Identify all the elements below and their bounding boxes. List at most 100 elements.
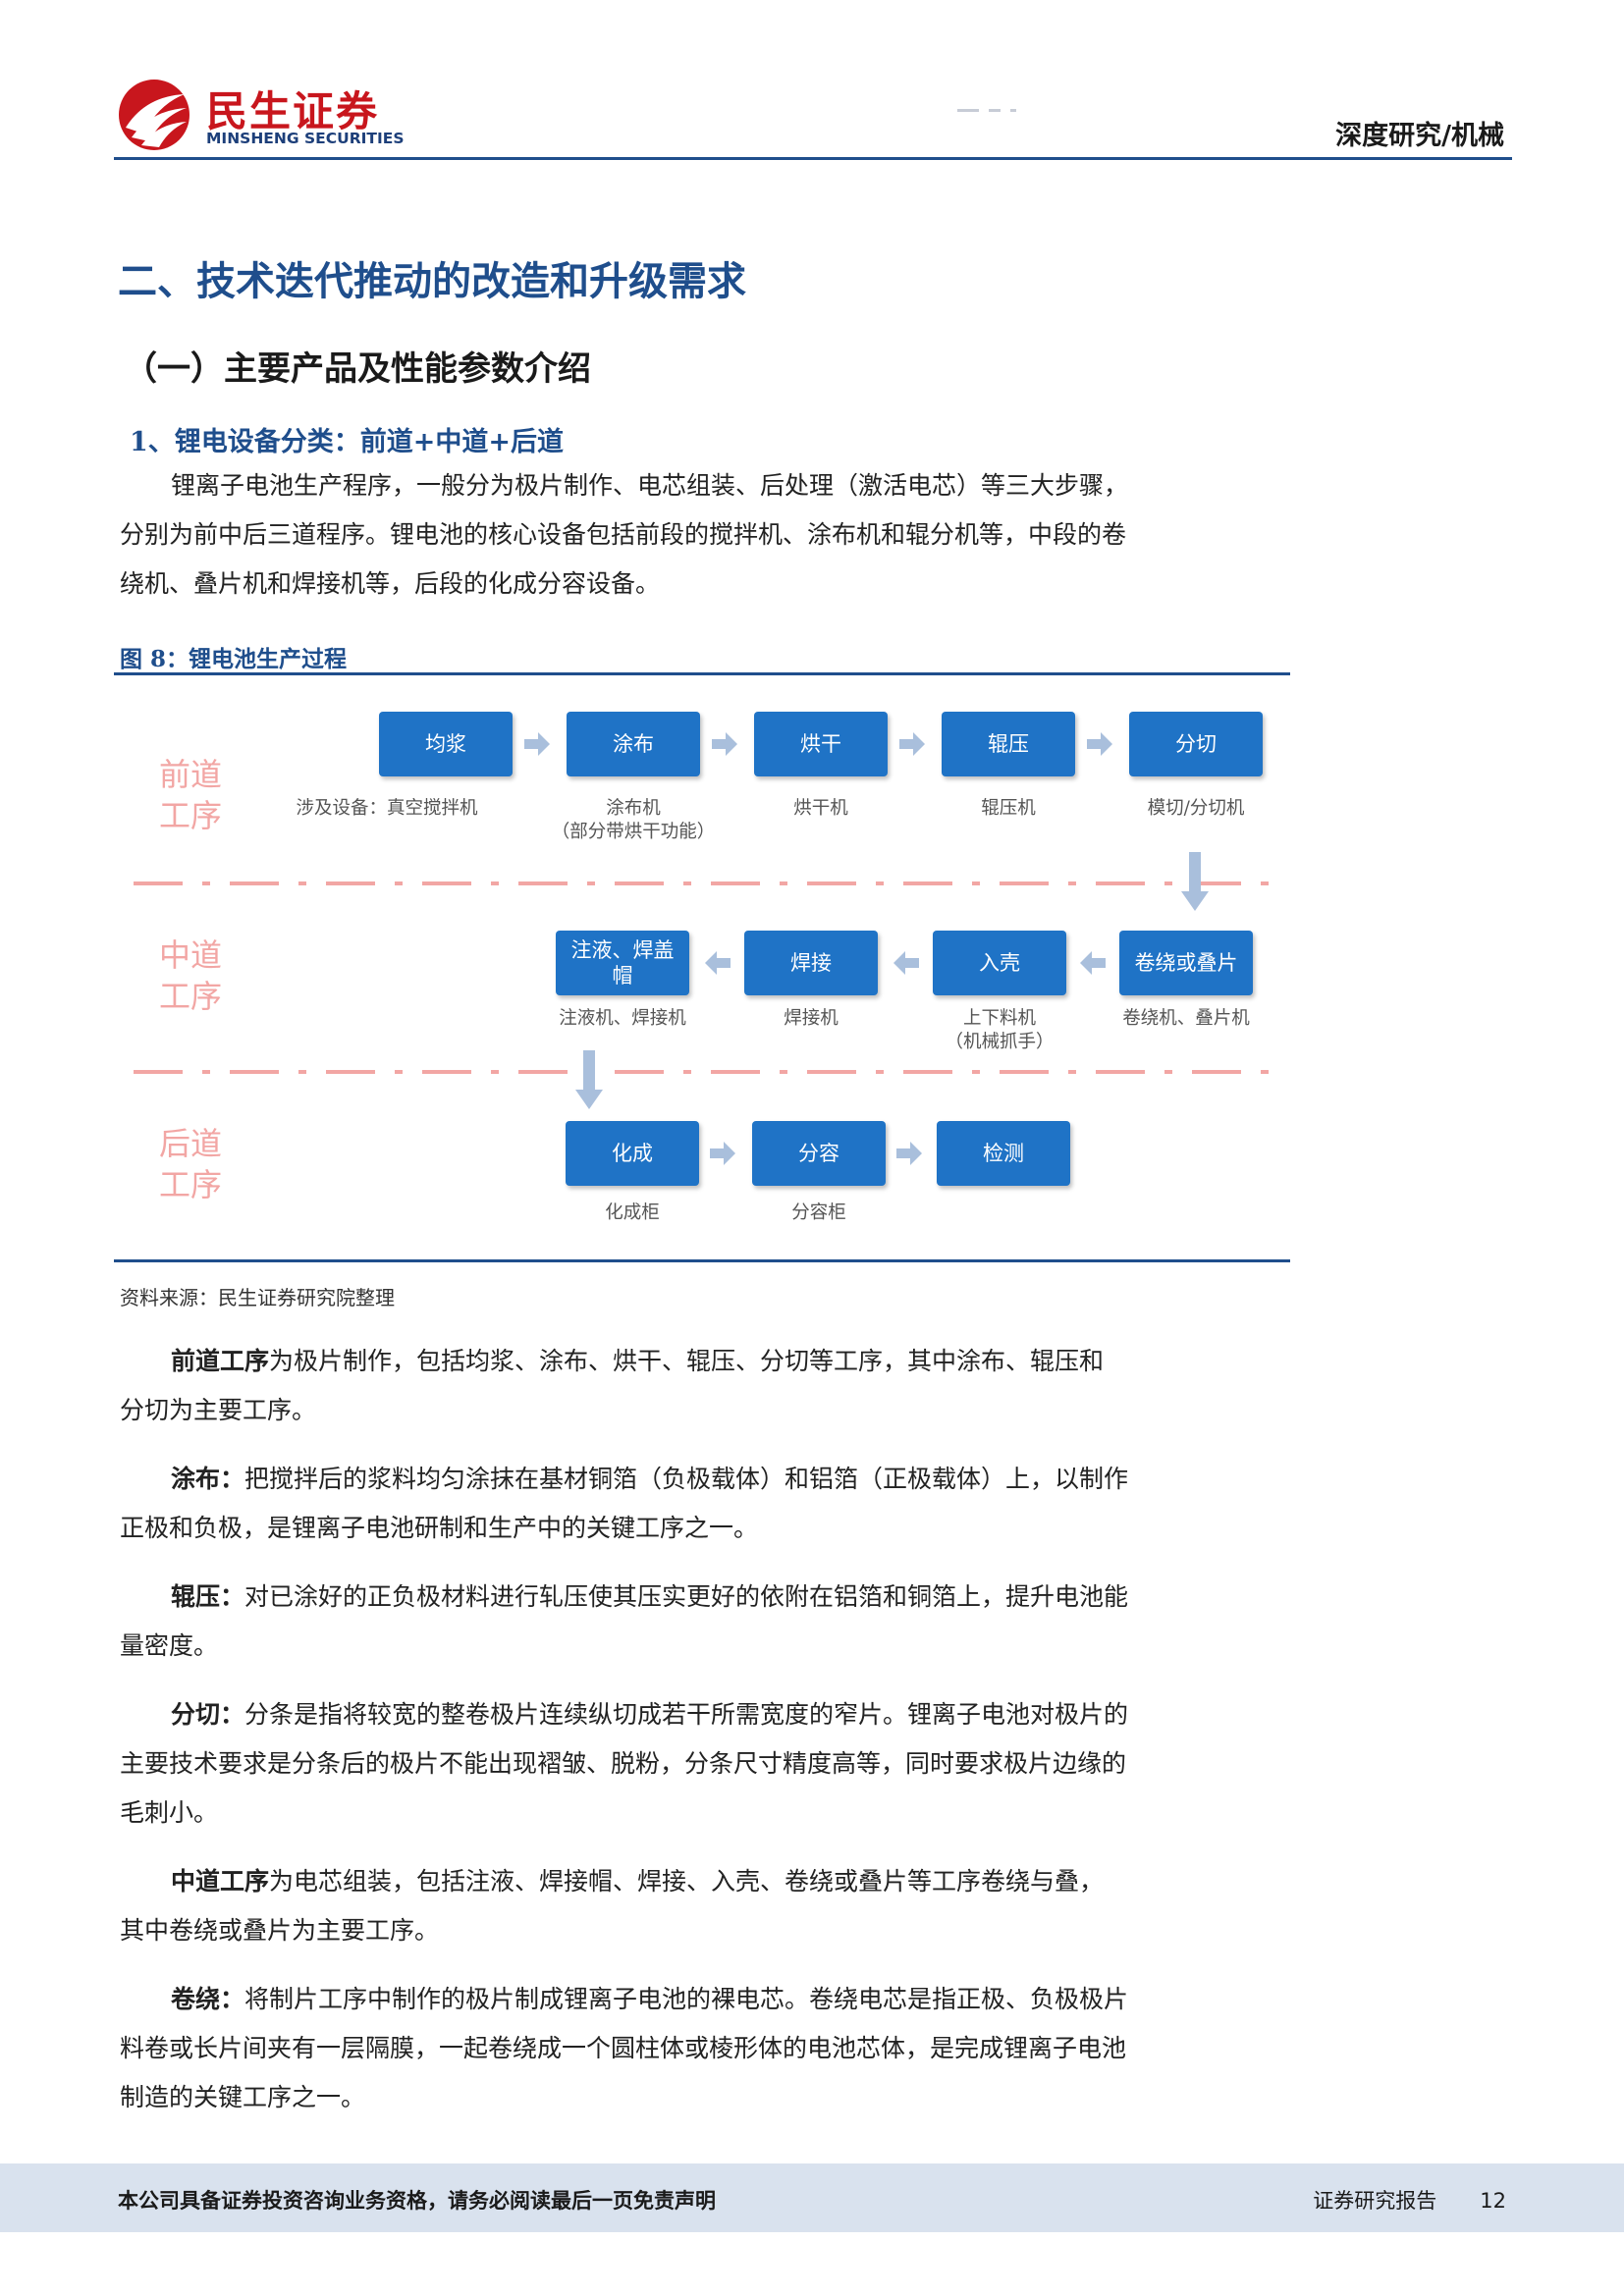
- paragraph-text: 为电芯组装，包括注液、焊接帽、焊接、入壳、卷绕或叠片等工序卷绕与叠，: [269, 1867, 1105, 1896]
- figure-source: 资料来源：民生证券研究院整理: [120, 1286, 395, 1309]
- paragraph-middle-process: 中道工序为电芯组装，包括注液、焊接帽、焊接、入壳、卷绕或叠片等工序卷绕与叠， 其…: [120, 1857, 1219, 1955]
- equipment-label: 辊压机: [981, 798, 1036, 819]
- process-box-drying: 烘干: [754, 712, 888, 776]
- arrow-left-icon: [705, 951, 731, 975]
- process-box-casing: 入壳: [933, 931, 1066, 995]
- paragraph-lead: 前道工序: [171, 1347, 270, 1375]
- subsection-title: （一）主要产品及性能参数介绍: [124, 349, 591, 389]
- equipment-label: 化成柜: [605, 1202, 660, 1223]
- figure-bottom-rule: [114, 1259, 1290, 1262]
- figure-top-rule: [114, 672, 1290, 675]
- stage-label-middle: 中道工序: [158, 936, 222, 1015]
- paragraph-line: 料卷或长片间夹有一层隔膜，一起卷绕成一个圆柱体或棱形体的电池芯体，是完成锂离子电…: [120, 2034, 1127, 2062]
- figure-title: 图 8：锂电池生产过程: [120, 646, 348, 672]
- paragraph-line: 辊压：对已涂好的正负极材料进行轧压使其压实更好的依附在铝箔和铜箔上，提升电池能: [120, 1573, 1219, 1622]
- paragraph-lead: 中道工序: [171, 1867, 270, 1896]
- process-box-label: 分切: [1175, 732, 1217, 756]
- arrow-right-icon: [710, 1142, 735, 1165]
- footer-right: 证券研究报告 12: [1313, 2185, 1506, 2215]
- section-title: 二、技术迭代推动的改造和升级需求: [118, 258, 746, 304]
- intro-paragraph: 锂离子电池生产程序，一般分为极片制作、电芯组装、后处理（激活电芯）等三大步骤， …: [120, 461, 1219, 609]
- arrow-right-icon: [899, 732, 925, 756]
- stage-divider: [134, 881, 1280, 885]
- paragraph-text: 分条是指将较宽的整卷极片连续纵切成若干所需宽度的窄片。锂离子电池对极片的: [244, 1700, 1129, 1729]
- process-box-inspection: 检测: [937, 1121, 1070, 1186]
- page-number: 12: [1480, 2189, 1506, 2213]
- paragraph-rolling: 辊压：对已涂好的正负极材料进行轧压使其压实更好的依附在铝箔和铜箔上，提升电池能 …: [120, 1573, 1219, 1671]
- paragraph-line: 制造的关键工序之一。: [120, 2083, 366, 2111]
- process-box-label: 焊接: [790, 951, 832, 975]
- arrow-down-icon: [575, 1050, 603, 1109]
- footer-report-type: 证券研究报告: [1313, 2189, 1437, 2213]
- paragraph-line: 分切：分条是指将较宽的整卷极片连续纵切成若干所需宽度的窄片。锂离子电池对极片的: [120, 1690, 1219, 1739]
- arrow-right-icon: [1087, 732, 1112, 756]
- process-box-coating: 涂布: [567, 712, 700, 776]
- process-box-formation: 化成: [566, 1121, 699, 1186]
- footer-disclaimer: 本公司具备证券投资咨询业务资格，请务必阅读最后一页免责声明: [118, 2189, 716, 2213]
- paragraph-text: 为极片制作，包括均浆、涂布、烘干、辊压、分切等工序，其中涂布、辊压和: [269, 1347, 1105, 1375]
- process-box-label: 卷绕或叠片: [1134, 951, 1238, 975]
- process-box-label: 涂布: [613, 732, 654, 756]
- process-box-label: 化成: [612, 1142, 653, 1165]
- paragraph-lead: 卷绕：: [171, 1985, 245, 2013]
- process-box-label: 烘干: [800, 732, 841, 756]
- stage-divider: [134, 1070, 1280, 1074]
- equipment-label: 模切/分切机: [1147, 798, 1245, 819]
- paragraph-slitting: 分切：分条是指将较宽的整卷极片连续纵切成若干所需宽度的窄片。锂离子电池对极片的 …: [120, 1690, 1219, 1838]
- process-box-rolling: 辊压: [942, 712, 1075, 776]
- paragraph-winding: 卷绕：将制片工序中制作的极片制成锂离子电池的裸电芯。卷绕电芯是指正极、负极极片 …: [120, 1975, 1219, 2122]
- paragraph-line: 正极和负极，是锂离子电池研制和生产中的关键工序之一。: [120, 1514, 759, 1542]
- paragraph-text: 把搅拌后的浆料均匀涂抹在基材铜箔（负极载体）和铝箔（正极载体）上，以制作: [244, 1465, 1129, 1493]
- paragraph-line: 分切为主要工序。: [120, 1396, 317, 1424]
- arrow-left-icon: [1080, 951, 1106, 975]
- arrow-right-icon: [896, 1142, 922, 1165]
- paragraph-front-process: 前道工序为极片制作，包括均浆、涂布、烘干、辊压、分切等工序，其中涂布、辊压和 分…: [120, 1337, 1219, 1435]
- equipment-label: 焊接机: [784, 1008, 839, 1029]
- process-box-label: 入壳: [979, 951, 1020, 975]
- paragraph-lead: 涂布：: [171, 1465, 245, 1493]
- intro-line: 绕机、叠片机和焊接机等，后段的化成分容设备。: [120, 569, 661, 598]
- process-box-label: 辊压: [988, 732, 1029, 756]
- stage-label-back: 后道工序: [158, 1125, 222, 1203]
- process-box-label: 分容: [798, 1142, 839, 1165]
- report-category: 深度研究/机械: [1335, 121, 1504, 151]
- intro-line: 分别为前中后三道程序。锂电池的核心设备包括前段的搅拌机、涂布机和辊分机等，中段的…: [120, 520, 1127, 549]
- equipment-label: 涂布机 （部分带烘干功能）: [551, 798, 716, 842]
- process-box-injection-capping: 注液、焊盖帽: [556, 931, 689, 995]
- paragraph-text: 将制片工序中制作的极片制成锂离子电池的裸电芯。卷绕电芯是指正极、负极极片: [244, 1985, 1129, 2013]
- arrow-down-icon: [1181, 852, 1209, 911]
- equipment-label: 上下料机 （机械抓手）: [945, 1008, 1055, 1052]
- paragraph-text: 对已涂好的正负极材料进行轧压使其压实更好的依附在铝箔和铜箔上，提升电池能: [244, 1582, 1129, 1611]
- process-box-label: 均浆: [425, 732, 466, 756]
- equipment-label: 分容柜: [791, 1202, 846, 1223]
- header-divider: [114, 157, 1512, 160]
- process-box-grading: 分容: [752, 1121, 886, 1186]
- page-footer: 本公司具备证券投资咨询业务资格，请务必阅读最后一页免责声明 证券研究报告 12: [0, 2163, 1624, 2232]
- arrow-right-icon: [524, 732, 550, 756]
- paragraph-line: 量密度。: [120, 1631, 219, 1660]
- paragraph-lead: 辊压：: [171, 1582, 245, 1611]
- equipment-label: 烘干机: [793, 798, 848, 819]
- production-flow-diagram: 前道工序 中道工序 后道工序 均浆 涂布 烘干 辊压 分切 涉及设备：真空搅拌机…: [114, 677, 1290, 1256]
- paragraph-line: 卷绕：将制片工序中制作的极片制成锂离子电池的裸电芯。卷绕电芯是指正极、负极极片: [120, 1975, 1219, 2024]
- paragraph-line: 涂布：把搅拌后的浆料均匀涂抹在基材铜箔（负极载体）和铝箔（正极载体）上，以制作: [120, 1455, 1219, 1504]
- paragraph-lead: 分切：: [171, 1700, 245, 1729]
- paragraph-line: 毛刺小。: [120, 1798, 219, 1827]
- equipment-label: 卷绕机、叠片机: [1122, 1008, 1250, 1029]
- process-box-slurry: 均浆: [379, 712, 513, 776]
- company-logo: 民生证券 MINSHENG SECURITIES: [116, 77, 410, 155]
- process-box-label: 检测: [983, 1142, 1024, 1165]
- process-box-slitting: 分切: [1129, 712, 1263, 776]
- arrow-left-icon: [893, 951, 919, 975]
- stage-label-front: 前道工序: [158, 756, 222, 834]
- equipment-label: 涉及设备：真空搅拌机: [296, 798, 478, 819]
- equipment-label: 注液机、焊接机: [559, 1008, 686, 1029]
- paragraph-line: 前道工序为极片制作，包括均浆、涂布、烘干、辊压、分切等工序，其中涂布、辊压和: [120, 1337, 1219, 1386]
- process-box-welding: 焊接: [744, 931, 878, 995]
- process-box-winding-stacking: 卷绕或叠片: [1119, 931, 1253, 995]
- paragraph-line: 主要技术要求是分条后的极片不能出现褶皱、脱粉，分条尺寸精度高等，同时要求极片边缘…: [120, 1749, 1127, 1778]
- arrow-right-icon: [712, 732, 737, 756]
- subsubsection-title: 1、锂电设备分类：前道+中道+后道: [130, 427, 565, 457]
- intro-line: 锂离子电池生产程序，一般分为极片制作、电芯组装、后处理（激活电芯）等三大步骤，: [171, 471, 1129, 500]
- minsheng-logo-icon: [119, 80, 189, 150]
